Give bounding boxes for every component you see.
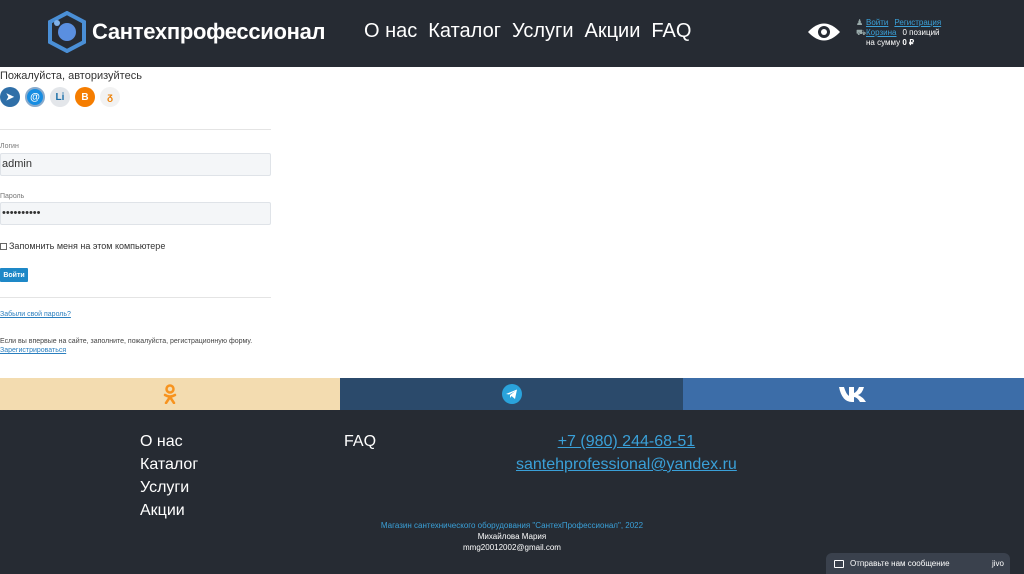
login-input[interactable]: admin	[0, 153, 271, 176]
livejournal-login-icon[interactable]: Li	[50, 87, 70, 107]
nav-faq[interactable]: FAQ	[651, 20, 691, 43]
divider	[0, 129, 271, 130]
odnoklassniki-link[interactable]	[0, 378, 340, 410]
odnoklassniki-icon	[163, 384, 177, 404]
cart-link[interactable]: Корзина	[866, 28, 896, 38]
remember-checkbox[interactable]	[0, 242, 7, 250]
cart-sum-value: 0 ₽	[902, 38, 915, 47]
login-button[interactable]: Войти	[0, 268, 28, 282]
telegram-icon	[501, 384, 522, 404]
blogger-login-icon[interactable]: B	[75, 87, 95, 107]
divider	[0, 297, 271, 298]
password-input[interactable]: ••••••••••	[0, 202, 271, 225]
main-nav: О нас Каталог Услуги Акции FAQ	[364, 20, 702, 43]
password-label: Пароль	[0, 193, 25, 200]
vk-login-icon[interactable]: ➤	[0, 87, 20, 107]
email-link[interactable]: santehprofessional@yandex.ru	[516, 453, 737, 476]
footer-contacts: +7 (980) 244-68-51 santehprofessional@ya…	[516, 430, 737, 476]
site-header: Сантехпрофессионал О нас Каталог Услуги …	[0, 0, 1024, 67]
footer-nav-2: FAQ	[344, 430, 376, 453]
register-link[interactable]: Регистрация	[894, 18, 941, 28]
footer-promotions[interactable]: Акции	[140, 499, 198, 522]
author-email: mmg20012002@gmail.com	[463, 543, 561, 552]
footer-catalog[interactable]: Каталог	[140, 453, 198, 476]
odnoklassniki-login-icon[interactable]: ᵹ	[100, 87, 120, 107]
eye-icon[interactable]	[806, 19, 842, 45]
nav-promotions[interactable]: Акции	[585, 20, 641, 43]
register-note: Если вы впервые на сайте, заполните, пож…	[0, 338, 253, 345]
vk-link[interactable]	[683, 378, 1024, 410]
site-logo[interactable]: Сантехпрофессионал	[46, 11, 326, 53]
auth-section: Пожалуйста, авторизуйтесь ➤ @ Li B ᵹ Лог…	[0, 67, 1024, 378]
footer-nav: О нас Каталог Услуги Акции	[140, 430, 198, 522]
register-now-link[interactable]: Зарегистрироваться	[0, 347, 66, 354]
mail-login-icon[interactable]: @	[25, 87, 45, 107]
jivo-brand: jivo	[991, 559, 1004, 568]
login-link[interactable]: Войти	[866, 18, 888, 28]
footer-about[interactable]: О нас	[140, 430, 198, 453]
footer-copyright: Магазин сантехнического оборудования "Са…	[0, 520, 1024, 553]
cart-positions: 0 позиций	[902, 28, 940, 37]
cart-sum-label: на сумму	[866, 38, 901, 47]
user-icon: ♟	[856, 18, 864, 27]
user-box: ♟ Войти Регистрация ⛟ Корзина 0 позиций …	[856, 18, 947, 48]
phone-link[interactable]: +7 (980) 244-68-51	[558, 430, 695, 453]
author-name: Михайлова Мария	[477, 532, 547, 541]
auth-title: Пожалуйста, авторизуйтесь	[0, 70, 142, 82]
social-strip	[0, 378, 1024, 410]
brand-name: Сантехпрофессионал	[92, 19, 326, 44]
social-login: ➤ @ Li B ᵹ	[0, 87, 120, 107]
logo-hexagon-icon	[48, 11, 86, 53]
copyright-text: Магазин сантехнического оборудования "Са…	[380, 521, 644, 530]
login-label: Логин	[0, 143, 19, 150]
footer-faq[interactable]: FAQ	[344, 433, 376, 450]
nav-catalog[interactable]: Каталог	[428, 20, 501, 43]
message-icon	[834, 559, 844, 568]
nav-about[interactable]: О нас	[364, 20, 417, 43]
remember-label: Запомнить меня на этом компьютере	[9, 241, 166, 251]
nav-services[interactable]: Услуги	[512, 20, 574, 43]
cart-icon: ⛟	[856, 28, 867, 37]
chat-widget[interactable]: Отправьте нам сообщение jivo	[826, 553, 1010, 574]
telegram-link[interactable]	[340, 378, 683, 410]
forgot-password-link[interactable]: Забыли свой пароль?	[0, 311, 71, 318]
remember-me[interactable]: Запомнить меня на этом компьютере	[0, 241, 165, 251]
vk-icon	[838, 387, 866, 402]
chat-label: Отправьте нам сообщение	[850, 559, 950, 568]
footer-services[interactable]: Услуги	[140, 476, 198, 499]
site-footer: О нас Каталог Услуги Акции FAQ +7 (980) …	[0, 410, 1024, 574]
